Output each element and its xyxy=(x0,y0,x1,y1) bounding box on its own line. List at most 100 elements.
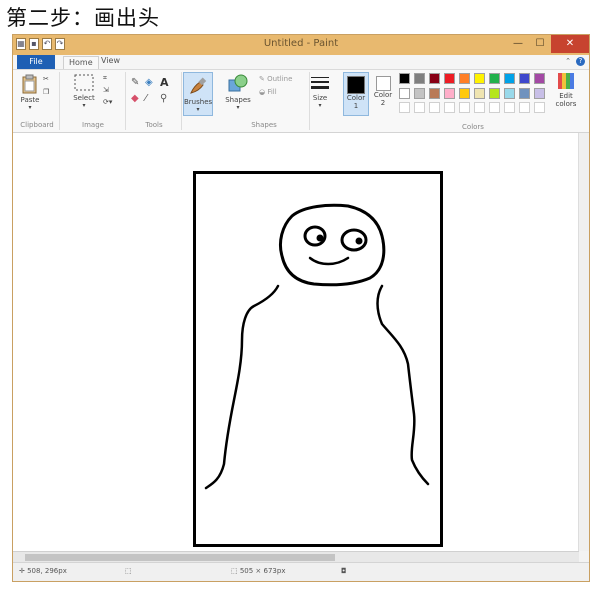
tab-home[interactable]: Home xyxy=(63,56,99,69)
colors-group-label: Colors xyxy=(462,123,484,131)
outline-button[interactable]: ✎ Outline xyxy=(259,75,292,83)
tools-group: ✎ ◈ A ◆ ⁄ ⚲ Tools xyxy=(127,72,182,130)
tools-group-label: Tools xyxy=(145,121,163,129)
brushes-button[interactable]: Brushes ▾ xyxy=(183,72,213,116)
palette-empty-swatch[interactable] xyxy=(399,102,410,113)
step-heading: 第二步：画出头 xyxy=(6,6,160,30)
select-icon xyxy=(74,74,94,91)
fill-button[interactable]: ◒ Fill xyxy=(259,88,277,96)
palette-empty-swatch[interactable] xyxy=(444,102,455,113)
paste-button[interactable]: Paste ▾ xyxy=(19,74,41,111)
palette-swatch[interactable] xyxy=(519,88,530,99)
file-size-icon: ◘ xyxy=(341,567,347,575)
ribbon: Paste ▾ ✂ ❐ Clipboard Select ▾ ⌗ ⇲ ⟳▾ Im… xyxy=(13,70,589,133)
magnifier-icon[interactable]: ⚲ xyxy=(160,93,167,104)
shapes-group-label: Shapes xyxy=(251,121,277,129)
fill-icon[interactable]: ◈ xyxy=(145,77,153,88)
palette-swatch[interactable] xyxy=(414,88,425,99)
size-icon xyxy=(311,77,329,89)
outline-label: Outline xyxy=(267,75,293,83)
palette-empty-swatch[interactable] xyxy=(534,102,545,113)
pencil-icon[interactable]: ✎ xyxy=(131,77,139,88)
size-button[interactable]: Size ▾ xyxy=(309,74,331,109)
palette-swatch[interactable] xyxy=(504,73,515,84)
file-tab[interactable]: File xyxy=(17,55,55,69)
image-group-label: Image xyxy=(82,121,104,129)
tab-view[interactable]: View xyxy=(101,56,120,65)
color2-button[interactable]: Color 2 xyxy=(372,72,394,116)
horizontal-scroll-thumb[interactable] xyxy=(25,554,335,561)
brush-icon xyxy=(190,77,207,94)
clipboard-group: Paste ▾ ✂ ❐ Clipboard xyxy=(15,72,60,130)
color-palette xyxy=(399,72,551,122)
palette-empty-swatch[interactable] xyxy=(459,102,470,113)
text-icon[interactable]: A xyxy=(160,76,169,89)
palette-empty-swatch[interactable] xyxy=(489,102,500,113)
resize-icon[interactable]: ⇲ xyxy=(103,86,109,94)
close-button[interactable]: ✕ xyxy=(551,35,589,53)
color1-button[interactable]: Color 1 xyxy=(343,72,369,116)
cursor-position-value: 508, 296px xyxy=(27,567,67,575)
figure-right-eye xyxy=(340,228,368,252)
palette-swatch[interactable] xyxy=(459,88,470,99)
palette-swatch[interactable] xyxy=(474,73,485,84)
palette-swatch[interactable] xyxy=(444,88,455,99)
color-picker-icon[interactable]: ⁄ xyxy=(145,93,147,104)
palette-empty-swatch[interactable] xyxy=(474,102,485,113)
palette-swatch[interactable] xyxy=(444,73,455,84)
palette-swatch[interactable] xyxy=(534,73,545,84)
edit-colors-icon xyxy=(558,73,574,89)
color2-swatch xyxy=(375,76,391,91)
window-controls: — ☐ ✕ xyxy=(507,35,589,53)
minimize-ribbon-icon[interactable]: ⌃ xyxy=(565,57,571,65)
palette-swatch[interactable] xyxy=(474,88,485,99)
copy-icon[interactable]: ❐ xyxy=(43,88,49,96)
vertical-scrollbar[interactable] xyxy=(578,133,589,551)
drawing-canvas[interactable] xyxy=(193,171,443,547)
shapes-button[interactable]: Shapes ▾ xyxy=(223,74,253,111)
image-group: Select ▾ ⌗ ⇲ ⟳▾ Image xyxy=(61,72,126,130)
paste-icon xyxy=(22,74,37,94)
edit-colors-button[interactable]: Edit colors xyxy=(551,72,581,108)
status-bar: ✛ 508, 296px ⬚ ⬚ 505 × 673px ◘ xyxy=(13,562,589,581)
crop-icon[interactable]: ⌗ xyxy=(103,74,107,83)
maximize-button[interactable]: ☐ xyxy=(529,35,551,53)
figure-right-body xyxy=(376,284,430,486)
palette-empty-swatch[interactable] xyxy=(414,102,425,113)
cursor-position: ✛ 508, 296px xyxy=(19,567,67,575)
shapes-group: Shapes ▾ ✎ Outline ◒ Fill Shapes xyxy=(219,72,310,130)
figure-smile xyxy=(308,256,350,266)
palette-swatch[interactable] xyxy=(399,88,410,99)
color1-swatch xyxy=(347,76,365,94)
palette-swatch[interactable] xyxy=(459,73,470,84)
minimize-button[interactable]: — xyxy=(507,35,529,53)
menu-bar: File Home View ⌃ ? xyxy=(13,55,589,70)
palette-swatch[interactable] xyxy=(414,73,425,84)
canvas-size-value: 505 × 673px xyxy=(239,567,286,575)
window-title: Untitled - Paint xyxy=(263,38,339,49)
palette-swatch[interactable] xyxy=(519,73,530,84)
help-icon[interactable]: ? xyxy=(576,57,585,66)
canvas-size: ⬚ 505 × 673px xyxy=(231,567,286,575)
palette-swatch[interactable] xyxy=(489,88,500,99)
palette-empty-swatch[interactable] xyxy=(519,102,530,113)
palette-empty-swatch[interactable] xyxy=(504,102,515,113)
rotate-icon[interactable]: ⟳▾ xyxy=(103,98,112,106)
shapes-icon xyxy=(228,74,248,92)
edit-colors-label: Edit colors xyxy=(555,92,577,108)
palette-swatch[interactable] xyxy=(429,73,440,84)
palette-swatch[interactable] xyxy=(429,88,440,99)
palette-swatch[interactable] xyxy=(534,88,545,99)
palette-swatch[interactable] xyxy=(399,73,410,84)
palette-swatch[interactable] xyxy=(504,88,515,99)
palette-swatch[interactable] xyxy=(489,73,500,84)
eraser-icon[interactable]: ◆ xyxy=(131,93,139,104)
figure-drawing xyxy=(204,203,430,490)
select-label: Select xyxy=(73,94,95,102)
size-label: Size xyxy=(312,94,328,102)
select-button[interactable]: Select ▾ xyxy=(69,74,99,109)
cut-icon[interactable]: ✂ xyxy=(43,75,49,83)
palette-empty-swatch[interactable] xyxy=(429,102,440,113)
title-bar: ▦ ▪ ↶ ↷ Untitled - Paint — ☐ ✕ xyxy=(13,35,589,55)
clipboard-group-label: Clipboard xyxy=(20,121,54,129)
